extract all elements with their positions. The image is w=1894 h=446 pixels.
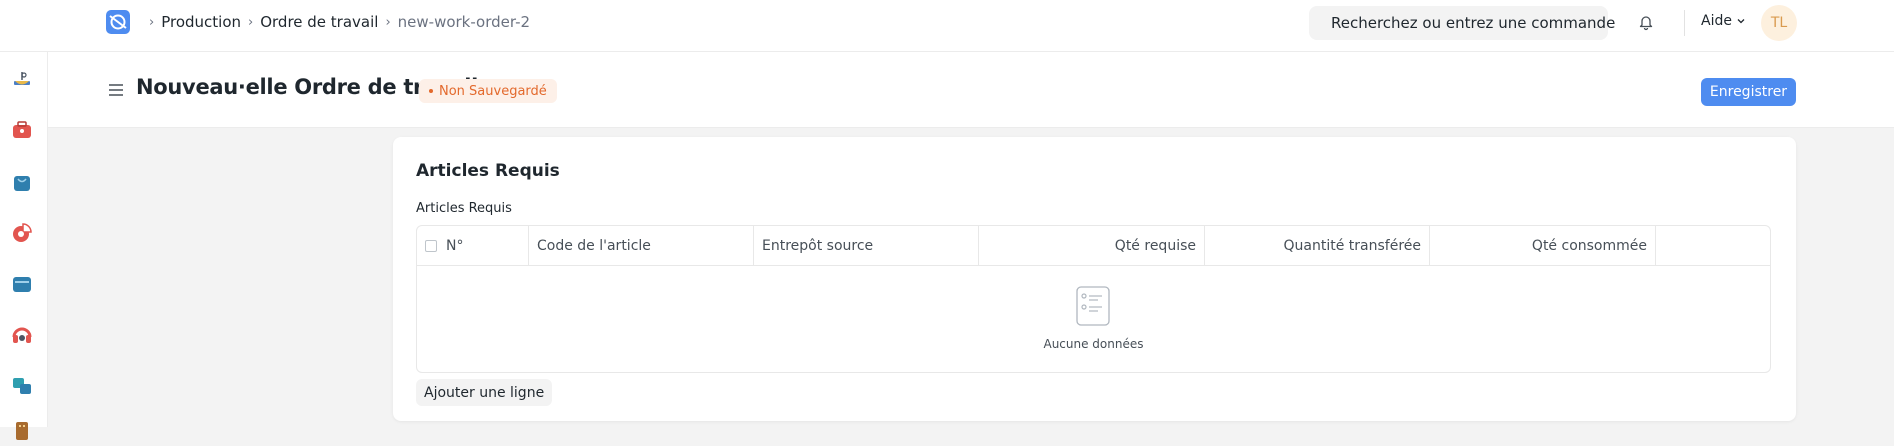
status-badge: Non Sauvegardé (419, 79, 557, 103)
column-header-consumed-qty[interactable]: Qté consommée (1430, 226, 1656, 265)
column-header-item-code[interactable]: Code de l'article (529, 226, 754, 265)
empty-state-list-icon (1076, 286, 1110, 330)
column-header-source-warehouse[interactable]: Entrepôt source (754, 226, 979, 265)
add-row-button[interactable]: Ajouter une ligne (416, 379, 553, 406)
form-section-card: Articles Requis Articles Requis N° Code … (393, 137, 1796, 421)
section-title: Articles Requis (416, 161, 560, 181)
chevron-right-icon: › (385, 14, 391, 30)
breadcrumb-item-work-order[interactable]: Ordre de travail (260, 13, 378, 31)
table-label: Articles Requis (416, 201, 512, 216)
divider (1684, 10, 1685, 36)
pie-chart-icon[interactable] (10, 221, 34, 245)
folder-icon[interactable] (10, 272, 34, 296)
status-dot-icon (429, 89, 433, 93)
save-button[interactable]: Enregistrer (1701, 78, 1796, 106)
page-header: Nouveau·elle Ordre de travail Non Sauveg… (48, 52, 1894, 128)
column-header-transferred-qty[interactable]: Quantité transférée (1205, 226, 1430, 265)
headset-icon[interactable] (10, 323, 34, 347)
shopping-bag-icon[interactable] (10, 170, 34, 194)
empty-state-text: Aucune données (1043, 337, 1144, 351)
column-header-label: Qté consommée (1531, 237, 1647, 254)
sidebar (0, 52, 48, 440)
mortar-board-icon[interactable] (10, 68, 34, 92)
items-table: N° Code de l'article Entrepôt source Qté… (416, 225, 1771, 373)
help-label: Aide (1701, 13, 1732, 29)
column-header-label: N° (446, 237, 464, 254)
toolbox-icon[interactable] (10, 119, 34, 143)
avatar[interactable]: TL (1761, 5, 1797, 41)
app-logo-icon[interactable] (106, 10, 130, 34)
chevron-right-icon: › (149, 14, 155, 30)
notifications-bell-icon[interactable] (1637, 13, 1655, 35)
column-header-label: Qté requise (1114, 237, 1196, 254)
breadcrumb-current: new-work-order-2 (397, 13, 531, 31)
search-placeholder: Recherchez ou entrez une commande (1331, 14, 1616, 32)
stack-icon[interactable] (10, 374, 34, 398)
chevron-down-icon (1737, 19, 1745, 24)
breadcrumb: › Production › Ordre de travail › new-wo… (142, 13, 530, 31)
status-badge-label: Non Sauvegardé (439, 83, 547, 99)
menu-icon[interactable] (108, 82, 124, 101)
column-header-settings[interactable] (1656, 226, 1770, 265)
column-header-label: Code de l'article (537, 237, 651, 254)
chevron-right-icon: › (248, 14, 254, 30)
building-icon[interactable] (10, 418, 34, 442)
help-dropdown[interactable]: Aide (1701, 13, 1746, 29)
column-header-required-qty[interactable]: Qté requise (979, 226, 1205, 265)
top-navbar: › Production › Ordre de travail › new-wo… (0, 0, 1894, 52)
breadcrumb-item-production[interactable]: Production (161, 13, 241, 31)
column-header-label: Entrepôt source (762, 237, 874, 254)
search-input[interactable]: Recherchez ou entrez une commande (1309, 6, 1615, 40)
select-all-checkbox[interactable] (425, 239, 437, 252)
column-header-label: Quantité transférée (1283, 237, 1421, 254)
column-header-number: N° (417, 226, 529, 265)
table-header: N° Code de l'article Entrepôt source Qté… (417, 226, 1770, 266)
